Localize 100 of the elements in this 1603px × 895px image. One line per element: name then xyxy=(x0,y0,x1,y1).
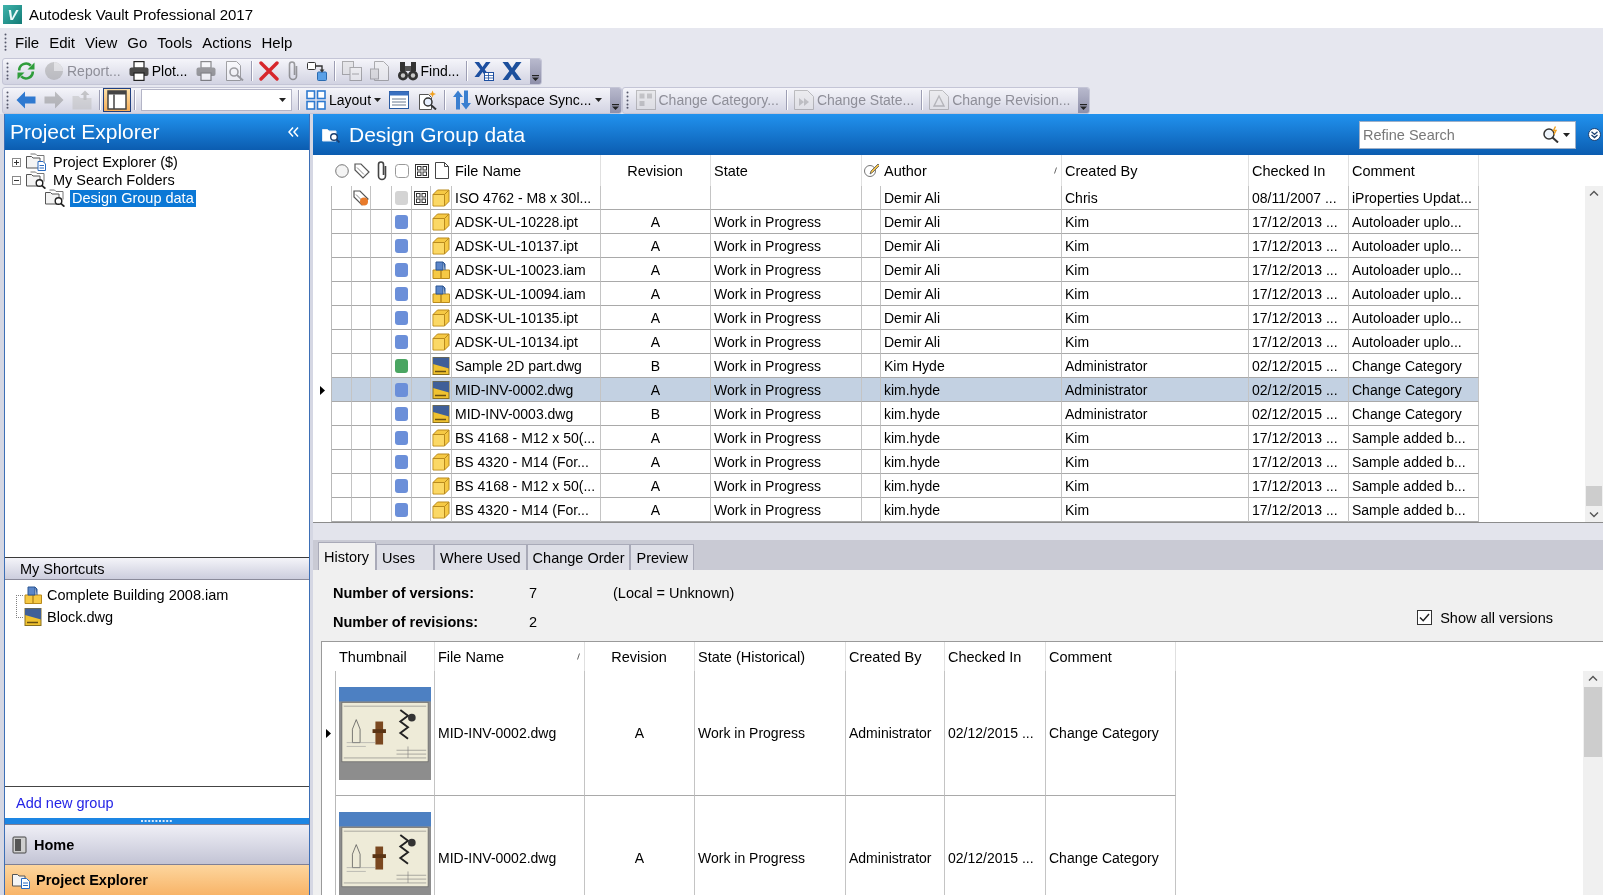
grip-icon[interactable] xyxy=(6,91,9,109)
document-play-icon xyxy=(793,90,814,110)
grid-icon[interactable] xyxy=(414,163,429,178)
drawing-file-icon xyxy=(432,356,450,375)
folder-document-icon xyxy=(12,871,30,889)
field-label: Number of revisions: xyxy=(333,613,480,630)
splitter-bar[interactable] xyxy=(313,522,1603,540)
menu-item[interactable]: Go xyxy=(122,30,153,54)
scrollbar[interactable] xyxy=(1583,671,1603,895)
printer-icon xyxy=(128,61,149,81)
toolbar-overflow-button[interactable] xyxy=(530,58,542,84)
document-icon[interactable] xyxy=(434,162,449,179)
toolbar-toggle[interactable] xyxy=(103,88,131,112)
scrollbar[interactable] xyxy=(1585,186,1603,522)
menu-item[interactable]: Edit xyxy=(44,30,81,54)
tree-item[interactable]: Project Explorer ($) xyxy=(51,153,180,171)
blocks-icon xyxy=(24,586,42,604)
table-row[interactable]: MID-INV-0002.dwg A Work in Progress kim.hyde Administrator 02/12/2015 ... Change Category xyxy=(313,378,1479,402)
search-folder-icon xyxy=(45,189,65,207)
panel-layout-icon xyxy=(107,90,127,110)
part-cube-icon xyxy=(432,476,450,495)
shortcut-item[interactable]: Block.dwg xyxy=(47,609,114,625)
table-x-icon xyxy=(474,61,495,81)
chevron-up-icon[interactable] xyxy=(1589,190,1599,196)
toolbar-button[interactable]: Find... xyxy=(393,59,464,83)
expand-icon[interactable] xyxy=(12,157,21,167)
pencil-icon[interactable] xyxy=(864,163,879,178)
table-cell: MID-INV-0002.dwg xyxy=(435,796,585,895)
caret-down-icon[interactable] xyxy=(279,98,286,102)
menu-item[interactable]: Tools xyxy=(152,30,198,54)
sync-arrows-icon xyxy=(452,90,473,110)
row-pointer-icon xyxy=(326,729,331,738)
sort-icon[interactable] xyxy=(577,653,580,660)
add-group-link[interactable]: Add new group xyxy=(16,794,114,811)
chevron-down-icon[interactable] xyxy=(1589,512,1599,518)
menu-item[interactable]: View xyxy=(80,30,123,54)
toolbar-overflow-button[interactable] xyxy=(1078,87,1090,113)
squares-arrow-icon xyxy=(306,61,327,81)
paperclip-icon xyxy=(286,61,299,81)
sort-icon[interactable] xyxy=(1054,167,1057,174)
overflow-icon xyxy=(532,74,540,81)
grip-icon[interactable] xyxy=(4,33,7,51)
document-copy-icon xyxy=(369,61,390,81)
field-value: 2 xyxy=(529,613,539,630)
part-cube-icon xyxy=(432,332,450,351)
part-cube-icon xyxy=(432,188,450,207)
binoculars-icon xyxy=(397,61,418,81)
printer-icon xyxy=(195,61,216,81)
circle-icon[interactable] xyxy=(335,163,349,178)
part-cube-icon xyxy=(432,500,450,519)
folder-up-icon xyxy=(72,90,92,110)
toolbar-overflow-button[interactable] xyxy=(609,87,621,113)
part-cube-icon xyxy=(432,212,450,231)
double-chevron-down-icon[interactable] xyxy=(1588,128,1601,141)
blocks-icon xyxy=(432,260,450,279)
caret-down-icon xyxy=(374,98,382,102)
part-cube-icon xyxy=(432,236,450,255)
toolbar-button[interactable]: Layout xyxy=(302,88,386,112)
tab[interactable]: Uses xyxy=(376,544,434,570)
shortcut-item[interactable]: Complete Building 2008.iam xyxy=(47,587,229,603)
checkbox[interactable] xyxy=(1417,610,1433,625)
collapse-icon[interactable] xyxy=(12,175,21,185)
grip-icon[interactable] xyxy=(625,91,629,109)
grip-icon[interactable] xyxy=(6,62,9,80)
tree-item[interactable]: My Search Folders xyxy=(51,171,177,189)
scrollbar-thumb[interactable] xyxy=(1586,486,1602,506)
delete-icon xyxy=(258,61,279,81)
nav-button[interactable]: Project Explorer xyxy=(5,864,309,895)
field-label: Number of versions: xyxy=(333,584,475,601)
layout-grid-icon xyxy=(306,90,326,110)
toolbar-button[interactable]: Plot... xyxy=(124,59,192,83)
table-cell: Administrator xyxy=(846,796,945,895)
tree-item[interactable]: Design Group data xyxy=(70,189,196,207)
overflow-icon xyxy=(1080,103,1088,110)
square-icon[interactable] xyxy=(395,163,409,178)
location-field[interactable] xyxy=(141,89,292,111)
menu-item[interactable]: File xyxy=(10,30,45,54)
document-grid-icon xyxy=(635,90,656,110)
row-pointer-icon xyxy=(319,385,325,395)
menu-item[interactable]: Help xyxy=(256,30,298,54)
tab[interactable]: Where Used xyxy=(434,544,527,570)
caret-down-icon xyxy=(594,98,602,102)
toolbar-button[interactable]: Workspace Sync... xyxy=(448,88,606,112)
pie-chart-icon xyxy=(44,61,64,81)
checkbox-label[interactable]: Show all versions xyxy=(1440,609,1553,626)
view-title: Design Group data xyxy=(349,122,527,147)
scrollbar-thumb[interactable] xyxy=(1584,687,1602,757)
tag-icon[interactable] xyxy=(353,162,370,179)
double-chevron-left-icon[interactable] xyxy=(288,127,299,137)
x-mark-icon xyxy=(502,61,523,81)
drawing-file-icon xyxy=(432,380,450,399)
chevron-up-icon[interactable] xyxy=(1588,675,1598,681)
tab[interactable]: Preview xyxy=(630,544,695,570)
tab[interactable]: History xyxy=(318,542,376,570)
tab[interactable]: Change Order xyxy=(526,544,631,570)
nav-button[interactable]: Home xyxy=(5,824,309,864)
field-value: 7 xyxy=(529,584,539,601)
menu-item[interactable]: Actions xyxy=(197,30,257,54)
panel-title: Project Explorer xyxy=(10,120,160,144)
table-cell: 02/12/2015 ... xyxy=(945,796,1046,895)
